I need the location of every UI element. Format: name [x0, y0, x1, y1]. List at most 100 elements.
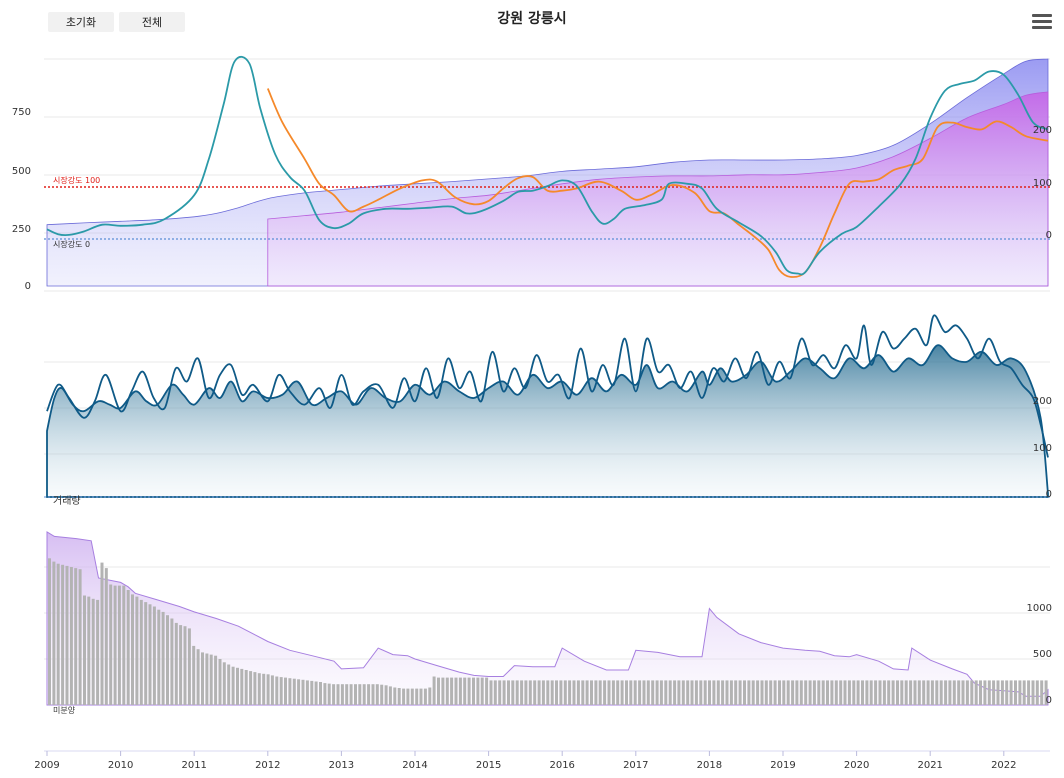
unsold-bar [996, 680, 1000, 705]
unsold-bar [104, 568, 108, 705]
x-tick-label: 2014 [402, 760, 427, 771]
unsold-bar [869, 680, 873, 705]
x-tick-label: 2019 [770, 760, 795, 771]
unsold-bar [939, 680, 943, 705]
unsold-bar [922, 680, 926, 705]
unsold-bar [1022, 680, 1026, 705]
unsold-bar [476, 677, 480, 705]
unsold-bar [729, 680, 733, 705]
unsold-bar [371, 684, 375, 705]
unsold-bar [445, 677, 449, 705]
unsold-bar [904, 680, 908, 705]
unsold-bar [358, 684, 362, 705]
right-tick-label: 0 [1046, 230, 1052, 241]
unsold-bar [301, 679, 305, 705]
unsold-bar [227, 664, 231, 705]
unsold-bar [769, 680, 773, 705]
unsold-bar [673, 680, 677, 705]
unsold-bar [559, 680, 563, 705]
unsold-bar [594, 680, 598, 705]
unsold-bar [655, 680, 659, 705]
unsold-bar [917, 680, 921, 705]
unsold-bar [743, 680, 746, 705]
unsold-bar [266, 674, 270, 705]
unsold-bar [721, 680, 725, 705]
unsold-bar [454, 677, 458, 705]
unsold-bar [327, 683, 331, 705]
unsold-bar [952, 680, 956, 705]
unsold-bar [83, 595, 86, 705]
unsold-bar [821, 680, 825, 705]
unsold-bar [659, 680, 663, 705]
unsold-bar [65, 565, 69, 705]
unsold-bar [681, 680, 685, 705]
unsold-bar [410, 688, 414, 705]
unsold-bar [201, 652, 204, 705]
unsold-bar [633, 680, 637, 705]
unsold-bar [773, 680, 777, 705]
unsold-bar [183, 626, 187, 705]
unsold-bar [804, 680, 808, 705]
unsold-bar [625, 680, 628, 705]
unsold-bar [874, 680, 878, 705]
unsold-bar [109, 584, 113, 705]
unsold-bar [406, 688, 410, 705]
unsold-bar [74, 568, 78, 705]
unsold-bar [891, 680, 895, 705]
unsold-bar [970, 680, 974, 705]
unsold-bar [179, 625, 183, 705]
left-tick-label: 250 [12, 224, 31, 235]
unsold-bar [480, 677, 484, 705]
unsold-bar [349, 684, 353, 705]
x-tick-label: 2018 [697, 760, 722, 771]
unsold-bar [122, 585, 126, 705]
right-tick-label: 200 [1033, 396, 1052, 407]
unsold-bar [249, 671, 253, 705]
right-tick-label: 0 [1046, 489, 1052, 500]
unsold-bar [533, 680, 537, 705]
unsold-bar [415, 688, 419, 705]
unsold-bar [441, 677, 445, 705]
volume-label: 거래량 [53, 495, 81, 507]
unsold-bar [699, 680, 703, 705]
unsold-bar [275, 676, 279, 705]
unsold-bar [528, 680, 532, 705]
x-tick-label: 2013 [329, 760, 354, 771]
unsold-bar [791, 680, 795, 705]
unsold-bar [957, 680, 961, 705]
unsold-bar [262, 673, 266, 705]
unsold-bar [485, 677, 489, 705]
unsold-bar [507, 680, 510, 705]
right-tick-label: 1000 [1027, 603, 1052, 614]
unsold-bar [458, 677, 462, 705]
unsold-bar [896, 680, 899, 705]
unsold-bar [157, 609, 161, 705]
unsold-bar [900, 680, 904, 705]
unsold-bar [310, 680, 314, 705]
unsold-bar [664, 680, 668, 705]
unsold-bar [161, 611, 165, 705]
unsold-bar [240, 668, 244, 705]
unsold-bar [812, 680, 816, 705]
unsold-bar [61, 564, 65, 705]
unsold-bar [375, 684, 379, 705]
unsold-bar [677, 680, 681, 705]
unsold-bar [502, 680, 506, 705]
unsold-bar [345, 684, 349, 705]
unsold-bar [616, 680, 620, 705]
unsold-bar [218, 659, 222, 705]
unsold-bar [935, 680, 939, 705]
unsold-bar [135, 596, 139, 705]
unsold-bar [550, 680, 554, 705]
unsold-bar [555, 680, 558, 705]
unsold-bar [354, 684, 357, 705]
unsold-bar [642, 680, 646, 705]
unsold-bar [222, 662, 226, 705]
unsold-bar [305, 680, 309, 705]
unsold-bar [214, 655, 218, 705]
unsold-bar [205, 653, 209, 705]
unsold-bar [78, 569, 82, 705]
unsold-bar [1009, 680, 1013, 705]
unsold-bar [236, 667, 239, 705]
ref-high-label: 시장강도 100 [53, 175, 100, 185]
